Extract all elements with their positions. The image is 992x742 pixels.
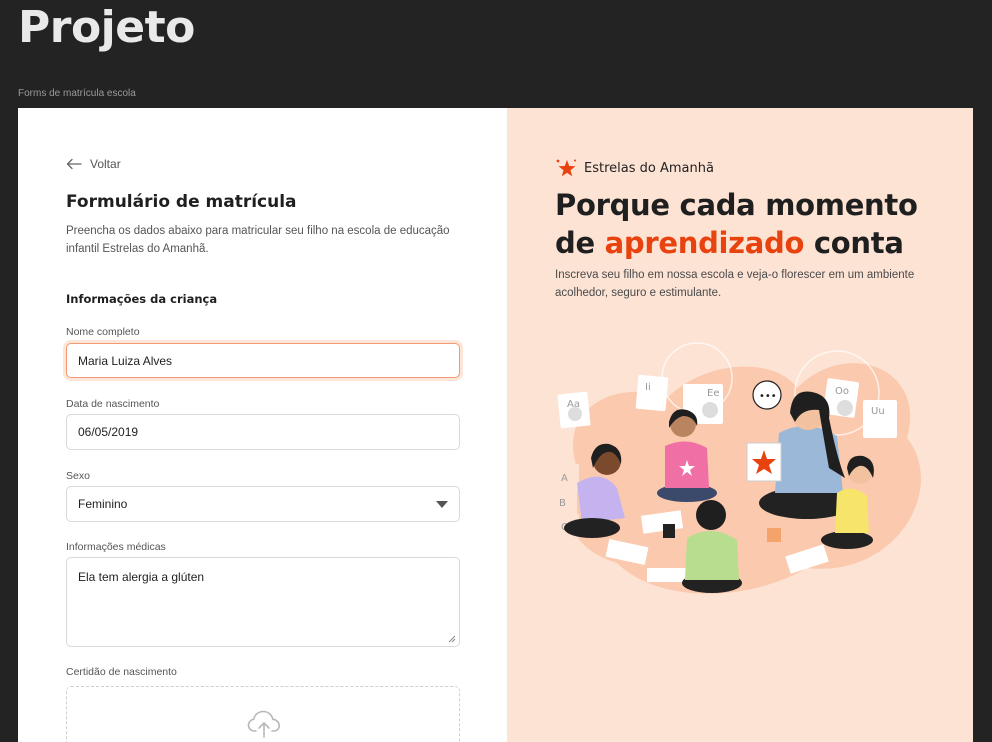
frame-label[interactable]: Forms de matrícula escola xyxy=(18,88,136,99)
medical-value: Ela tem alergia a glúten xyxy=(78,570,205,584)
sex-select[interactable]: Feminino xyxy=(66,486,460,522)
canvas-title: Projeto xyxy=(18,2,195,53)
medical-textarea[interactable]: Ela tem alergia a glúten xyxy=(66,557,460,647)
promo-panel: Estrelas do Amanhã Porque cada momento d… xyxy=(507,108,973,742)
form-panel: Voltar Formulário de matrícula Preencha … xyxy=(18,108,507,742)
birth-value: 06/05/2019 xyxy=(78,425,139,439)
card-letter-text: Oo xyxy=(835,386,849,397)
section-title: Informações da criança xyxy=(66,292,218,306)
sex-label: Sexo xyxy=(66,470,90,482)
form-description: Preencha os dados abaixo para matricular… xyxy=(66,225,450,255)
certificate-label: Certidão de nascimento xyxy=(66,666,177,678)
enrollment-frame: Voltar Formulário de matrícula Preencha … xyxy=(18,108,973,742)
card-letter-text: Uu xyxy=(871,406,885,417)
name-label: Nome completo xyxy=(66,326,140,338)
birth-date-input[interactable]: 06/05/2019 xyxy=(66,414,460,450)
resize-handle-icon[interactable] xyxy=(448,635,456,643)
back-label: Voltar xyxy=(90,157,121,171)
promo-subtitle: Inscreva seu filho em nossa escola e vej… xyxy=(555,269,915,299)
star-logo-icon xyxy=(556,159,576,177)
name-input[interactable]: Maria Luiza Alves xyxy=(66,343,460,378)
headline-prefix: de xyxy=(555,226,605,260)
children-learning-illustration: Aa Ii Ee Oo Uu A B C ••• xyxy=(551,342,921,594)
brand-name: Estrelas do Amanhã xyxy=(584,160,714,176)
brand: Estrelas do Amanhã xyxy=(555,158,714,178)
card-letter-text: Ee xyxy=(707,388,719,399)
chevron-down-icon[interactable] xyxy=(436,500,448,508)
form-title: Formulário de matrícula xyxy=(66,192,297,212)
card-letter-text: A xyxy=(561,473,568,484)
certificate-upload-dropzone[interactable] xyxy=(66,686,460,742)
birth-label: Data de nascimento xyxy=(66,398,160,410)
headline-accent: aprendizado xyxy=(604,226,805,260)
medical-label: Informações médicas xyxy=(66,541,166,553)
card-letter-text: B xyxy=(559,498,566,509)
arrow-left-icon xyxy=(66,158,82,170)
cloud-upload-icon xyxy=(247,710,281,738)
headline-suffix: conta xyxy=(804,226,904,260)
name-value: Maria Luiza Alves xyxy=(78,353,173,368)
speech-bubble-text: ••• xyxy=(759,391,777,402)
back-link[interactable]: Voltar xyxy=(66,157,121,171)
headline: Porque cada momento de aprendizado conta xyxy=(555,186,965,262)
card-letter-text: Ii xyxy=(645,382,651,393)
sex-value: Feminino xyxy=(78,497,128,511)
headline-line1: Porque cada momento xyxy=(555,188,918,222)
